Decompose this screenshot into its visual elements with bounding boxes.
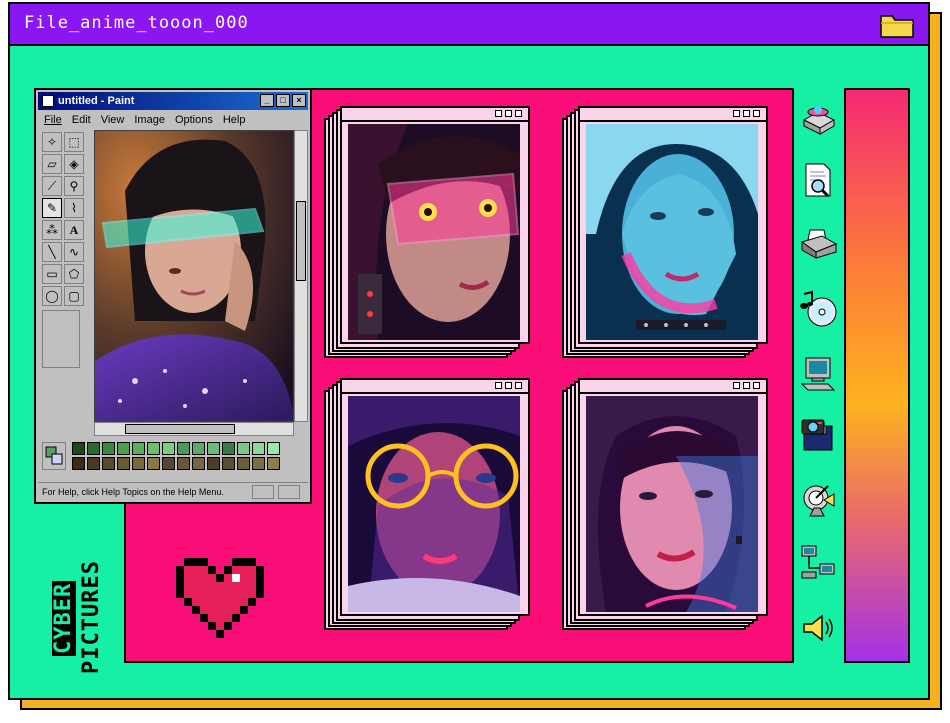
menu-options[interactable]: Options (175, 112, 213, 128)
color-swatch[interactable] (147, 457, 160, 470)
color-swatch[interactable] (252, 457, 265, 470)
rect-select-icon[interactable]: ⬚ (64, 132, 84, 152)
color-swatch[interactable] (102, 442, 115, 455)
color-swatch[interactable] (87, 442, 100, 455)
window-title: File_anime_tooon_000 (24, 13, 249, 33)
paint-menu-bar: File Edit View Image Options Help (38, 112, 314, 128)
color-swatch[interactable] (132, 442, 145, 455)
satellite-icon[interactable] (798, 480, 838, 520)
speaker-icon[interactable] (798, 608, 838, 648)
minimize-button[interactable]: _ (260, 94, 274, 107)
color-swatch[interactable] (87, 457, 100, 470)
eyedropper-icon[interactable]: ⟋ (42, 176, 62, 196)
curve-icon[interactable]: ∿ (64, 242, 84, 262)
photo-bangs-girl (586, 396, 758, 612)
color-swatch[interactable] (207, 442, 220, 455)
color-swatch[interactable] (192, 442, 205, 455)
branding-cyber: CYBER (51, 580, 76, 656)
branding-logo: CYBER PICTURES (51, 526, 112, 676)
color-swatch[interactable] (117, 457, 130, 470)
color-swatch[interactable] (252, 442, 265, 455)
pixel-heart-icon (176, 558, 264, 638)
paint-title-bar[interactable]: untitled - Paint _ □ × (38, 92, 308, 110)
scroll-thumb[interactable] (125, 424, 235, 434)
photo-card[interactable] (324, 378, 530, 630)
photo-card[interactable] (324, 106, 530, 358)
printer-icon[interactable] (798, 224, 838, 264)
free-select-icon[interactable]: ✧ (42, 132, 62, 152)
airbrush-icon[interactable]: ⁂ (42, 220, 62, 240)
brush-icon[interactable]: ⌇ (64, 198, 84, 218)
document-search-icon[interactable] (798, 160, 838, 200)
color-swatch[interactable] (162, 442, 175, 455)
color-swatch[interactable] (222, 442, 235, 455)
scroll-thumb[interactable] (296, 201, 306, 281)
close-button[interactable]: × (292, 94, 306, 107)
color-swatch[interactable] (72, 457, 85, 470)
title-bar[interactable]: File_anime_tooon_000 (10, 4, 928, 46)
magnifier-icon[interactable]: ⚲ (64, 176, 84, 196)
disk-drive-icon[interactable] (798, 98, 838, 138)
photo-cyber-visor-girl (348, 124, 520, 340)
vertical-scrollbar[interactable] (294, 130, 308, 422)
swatch-grid (72, 442, 280, 470)
menu-image[interactable]: Image (134, 112, 165, 128)
status-bar: For Help, click Help Topics on the Help … (38, 482, 308, 501)
menu-view[interactable]: View (101, 112, 125, 128)
ellipse-icon[interactable]: ◯ (42, 286, 62, 306)
color-palette (42, 442, 308, 474)
color-swatch[interactable] (177, 457, 190, 470)
photo-blue-hair-girl (586, 124, 758, 340)
color-swatch[interactable] (267, 457, 280, 470)
status-position-box (252, 485, 274, 499)
camera-floppy-icon[interactable] (798, 414, 838, 454)
menu-edit[interactable]: Edit (72, 112, 91, 128)
color-swatch[interactable] (132, 457, 145, 470)
canvas-photo-visor-girl (95, 131, 293, 421)
polygon-icon[interactable]: ⬠ (64, 264, 84, 284)
color-swatch[interactable] (237, 442, 250, 455)
eraser-icon[interactable]: ▱ (42, 154, 62, 174)
color-swatch[interactable] (117, 442, 130, 455)
paint-title: untitled - Paint (58, 95, 135, 107)
color-swatch[interactable] (102, 457, 115, 470)
color-swatch[interactable] (72, 442, 85, 455)
main-window: File_anime_tooon_000 untitled - Paint _ … (8, 2, 930, 700)
rectangle-icon[interactable]: ▭ (42, 264, 62, 284)
color-swatch[interactable] (207, 457, 220, 470)
paint-canvas[interactable] (94, 130, 294, 422)
photo-card[interactable] (562, 106, 768, 358)
rounded-rect-icon[interactable]: ▢ (64, 286, 84, 306)
folder-icon[interactable] (880, 12, 914, 38)
line-icon[interactable]: ╲ (42, 242, 62, 262)
text-icon[interactable]: A (64, 220, 84, 240)
photo-card[interactable] (562, 378, 768, 630)
gradient-sidebar (844, 88, 910, 663)
maximize-button[interactable]: □ (276, 94, 290, 107)
color-swatch[interactable] (267, 442, 280, 455)
computer-icon[interactable] (798, 354, 838, 394)
horizontal-scrollbar[interactable] (94, 422, 294, 436)
paint-window[interactable]: untitled - Paint _ □ × File Edit View Im… (34, 88, 312, 504)
music-cd-icon[interactable] (798, 288, 838, 328)
color-swatch[interactable] (222, 457, 235, 470)
color-swatch[interactable] (192, 457, 205, 470)
pencil-icon[interactable]: ✎ (42, 198, 62, 218)
color-swatch[interactable] (147, 442, 160, 455)
fill-icon[interactable]: ◈ (64, 154, 84, 174)
color-swatch[interactable] (162, 457, 175, 470)
color-swatch[interactable] (237, 457, 250, 470)
current-color-swatch[interactable] (42, 442, 66, 470)
paint-app-icon (42, 95, 54, 107)
photo-neon-glasses-girl (348, 396, 520, 612)
color-swatch[interactable] (177, 442, 190, 455)
menu-file[interactable]: File (44, 112, 62, 128)
network-icon[interactable] (798, 542, 838, 582)
status-size-box (278, 485, 300, 499)
menu-help[interactable]: Help (223, 112, 246, 128)
tool-options-box[interactable] (42, 310, 80, 368)
branding-pictures: PICTURES (79, 560, 104, 674)
status-text: For Help, click Help Topics on the Help … (42, 487, 224, 497)
